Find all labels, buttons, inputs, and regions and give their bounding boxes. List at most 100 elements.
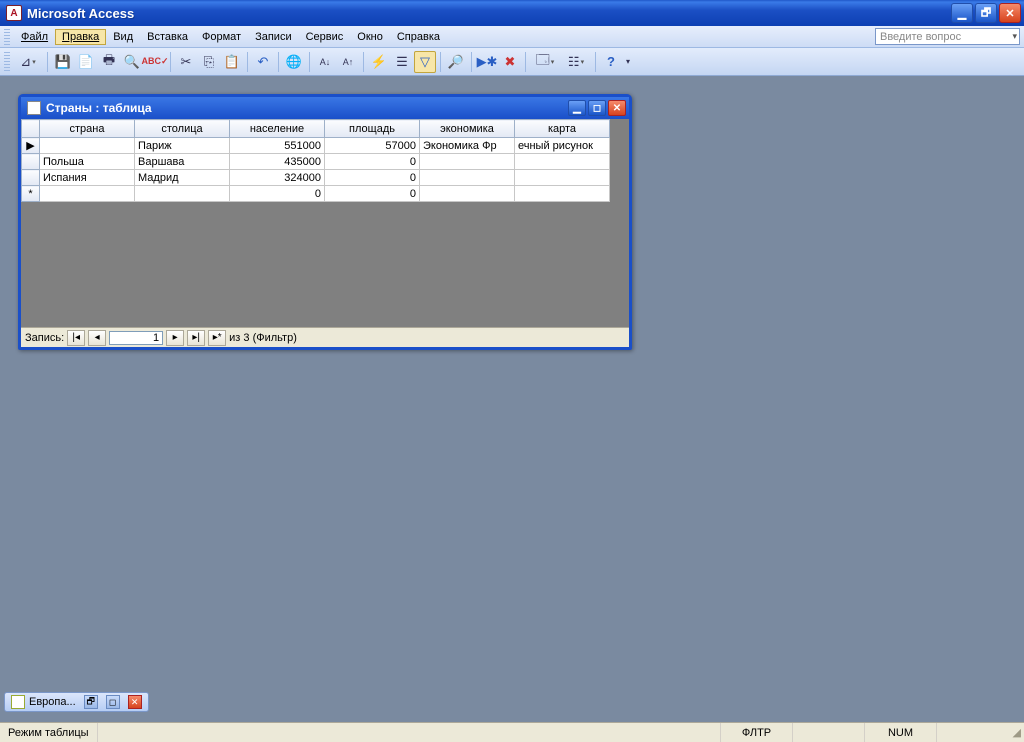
menu-view[interactable]: Вид [106,29,140,45]
print-icon[interactable]: 🖶 [98,51,120,73]
menu-file[interactable]: Файл [14,29,55,45]
sort-desc-icon[interactable]: A↑ [337,51,359,73]
col-capital[interactable]: столица [135,120,230,138]
cell-capital[interactable]: Варшава [135,154,230,170]
cell-country[interactable]: Франция [40,138,135,154]
child-titlebar[interactable]: Страны : таблица ▁ ◻ ✕ [21,97,629,119]
print-preview-icon[interactable]: 🔍 [121,51,143,73]
col-population[interactable]: население [230,120,325,138]
cell-capital[interactable]: Мадрид [135,170,230,186]
cell-map[interactable]: ечный рисунок [515,138,610,154]
cell-map[interactable] [515,154,610,170]
cell-economy[interactable] [420,154,515,170]
cell-population[interactable]: 551000 [230,138,325,154]
mdi-area: Страны : таблица ▁ ◻ ✕ страна столица на… [0,76,1024,714]
menu-records[interactable]: Записи [248,29,299,45]
cell-country[interactable]: Польша [40,154,135,170]
table-row[interactable]: Испания Мадрид 324000 0 [22,170,610,186]
taskbar-item[interactable]: Европа... 🗗 ◻ ✕ [4,692,149,712]
filter-by-selection-icon[interactable]: ⚡ [368,51,390,73]
cut-icon[interactable]: ✂ [175,51,197,73]
view-button[interactable]: ⊿▾ [13,51,43,73]
undo-icon[interactable]: ↶ [252,51,274,73]
filter-by-form-icon[interactable]: ☰ [391,51,413,73]
child-close-button[interactable]: ✕ [608,100,626,116]
task-close-button[interactable]: ✕ [128,695,142,709]
cell-capital[interactable] [135,186,230,202]
resize-grip-icon[interactable]: ◢ [1008,726,1024,739]
maximize-button[interactable]: 🗗 [975,3,997,23]
nav-current-input[interactable] [109,331,163,345]
new-row[interactable]: * 0 0 [22,186,610,202]
spellcheck-icon[interactable]: ABC✓ [144,51,166,73]
nav-first-button[interactable]: |◂ [67,330,85,346]
separator [363,52,364,72]
new-record-icon[interactable]: ▶✱ [476,51,498,73]
menu-insert[interactable]: Вставка [140,29,195,45]
find-icon[interactable]: 🔎 [445,51,467,73]
new-object-icon[interactable]: ☷▾ [561,51,591,73]
cell-population[interactable]: 324000 [230,170,325,186]
cell-country[interactable]: Испания [40,170,135,186]
copy-icon[interactable]: ⎘ [198,51,220,73]
toolbar-options-icon[interactable]: ▾ [623,51,633,73]
new-icon[interactable]: 📄 [75,51,97,73]
nav-next-button[interactable]: ▸ [166,330,184,346]
table-row[interactable]: ▶ Франция Париж 551000 57000 Экономика Ф… [22,138,610,154]
minimize-button[interactable]: ▁ [951,3,973,23]
data-grid[interactable]: страна столица население площадь экономи… [21,119,610,202]
separator [47,52,48,72]
cell-country[interactable] [40,186,135,202]
help-question-input[interactable]: Введите вопрос [875,28,1020,45]
cell-population[interactable]: 435000 [230,154,325,170]
cell-population[interactable]: 0 [230,186,325,202]
save-icon[interactable]: 💾 [52,51,74,73]
row-selector[interactable] [22,154,40,170]
cell-area[interactable]: 0 [325,154,420,170]
delete-record-icon[interactable]: ✖ [499,51,521,73]
status-blank1 [792,723,864,742]
help-icon[interactable]: ? [600,51,622,73]
menu-help[interactable]: Справка [390,29,447,45]
col-economy[interactable]: экономика [420,120,515,138]
menu-window-label: Окно [357,31,383,43]
cell-area[interactable]: 0 [325,186,420,202]
cell-map[interactable] [515,170,610,186]
cell-capital[interactable]: Париж [135,138,230,154]
cell-economy[interactable] [420,170,515,186]
table-window: Страны : таблица ▁ ◻ ✕ страна столица на… [18,94,632,350]
menu-bar: Файл Правка Вид Вставка Формат Записи Се… [0,26,1024,48]
hyperlink-icon[interactable]: 🌐 [283,51,305,73]
menubar-grip[interactable] [4,29,10,45]
col-area[interactable]: площадь [325,120,420,138]
cell-economy[interactable] [420,186,515,202]
col-country[interactable]: страна [40,120,135,138]
task-restore-button[interactable]: 🗗 [84,695,98,709]
nav-prev-button[interactable]: ◂ [88,330,106,346]
task-maximize-button[interactable]: ◻ [106,695,120,709]
row-selector[interactable]: ▶ [22,138,40,154]
new-row-marker[interactable]: * [22,186,40,202]
apply-filter-icon[interactable]: ▽ [414,51,436,73]
table-row[interactable]: Польша Варшава 435000 0 [22,154,610,170]
menu-edit[interactable]: Правка [55,29,106,45]
menu-window[interactable]: Окно [350,29,390,45]
database-window-icon[interactable]: 🗔▾ [530,51,560,73]
nav-new-button[interactable]: ▸* [208,330,226,346]
cell-area[interactable]: 0 [325,170,420,186]
child-minimize-button[interactable]: ▁ [568,100,586,116]
cell-area[interactable]: 57000 [325,138,420,154]
child-maximize-button[interactable]: ◻ [588,100,606,116]
cell-map[interactable] [515,186,610,202]
menu-tools[interactable]: Сервис [299,29,351,45]
cell-economy[interactable]: Экономика Фр [420,138,515,154]
select-all-corner[interactable] [22,120,40,138]
toolbar-grip[interactable] [4,52,10,72]
col-map[interactable]: карта [515,120,610,138]
sort-asc-icon[interactable]: A↓ [314,51,336,73]
row-selector[interactable] [22,170,40,186]
close-button[interactable]: ✕ [999,3,1021,23]
menu-format[interactable]: Формат [195,29,248,45]
nav-last-button[interactable]: ▸| [187,330,205,346]
paste-icon[interactable]: 📋 [221,51,243,73]
